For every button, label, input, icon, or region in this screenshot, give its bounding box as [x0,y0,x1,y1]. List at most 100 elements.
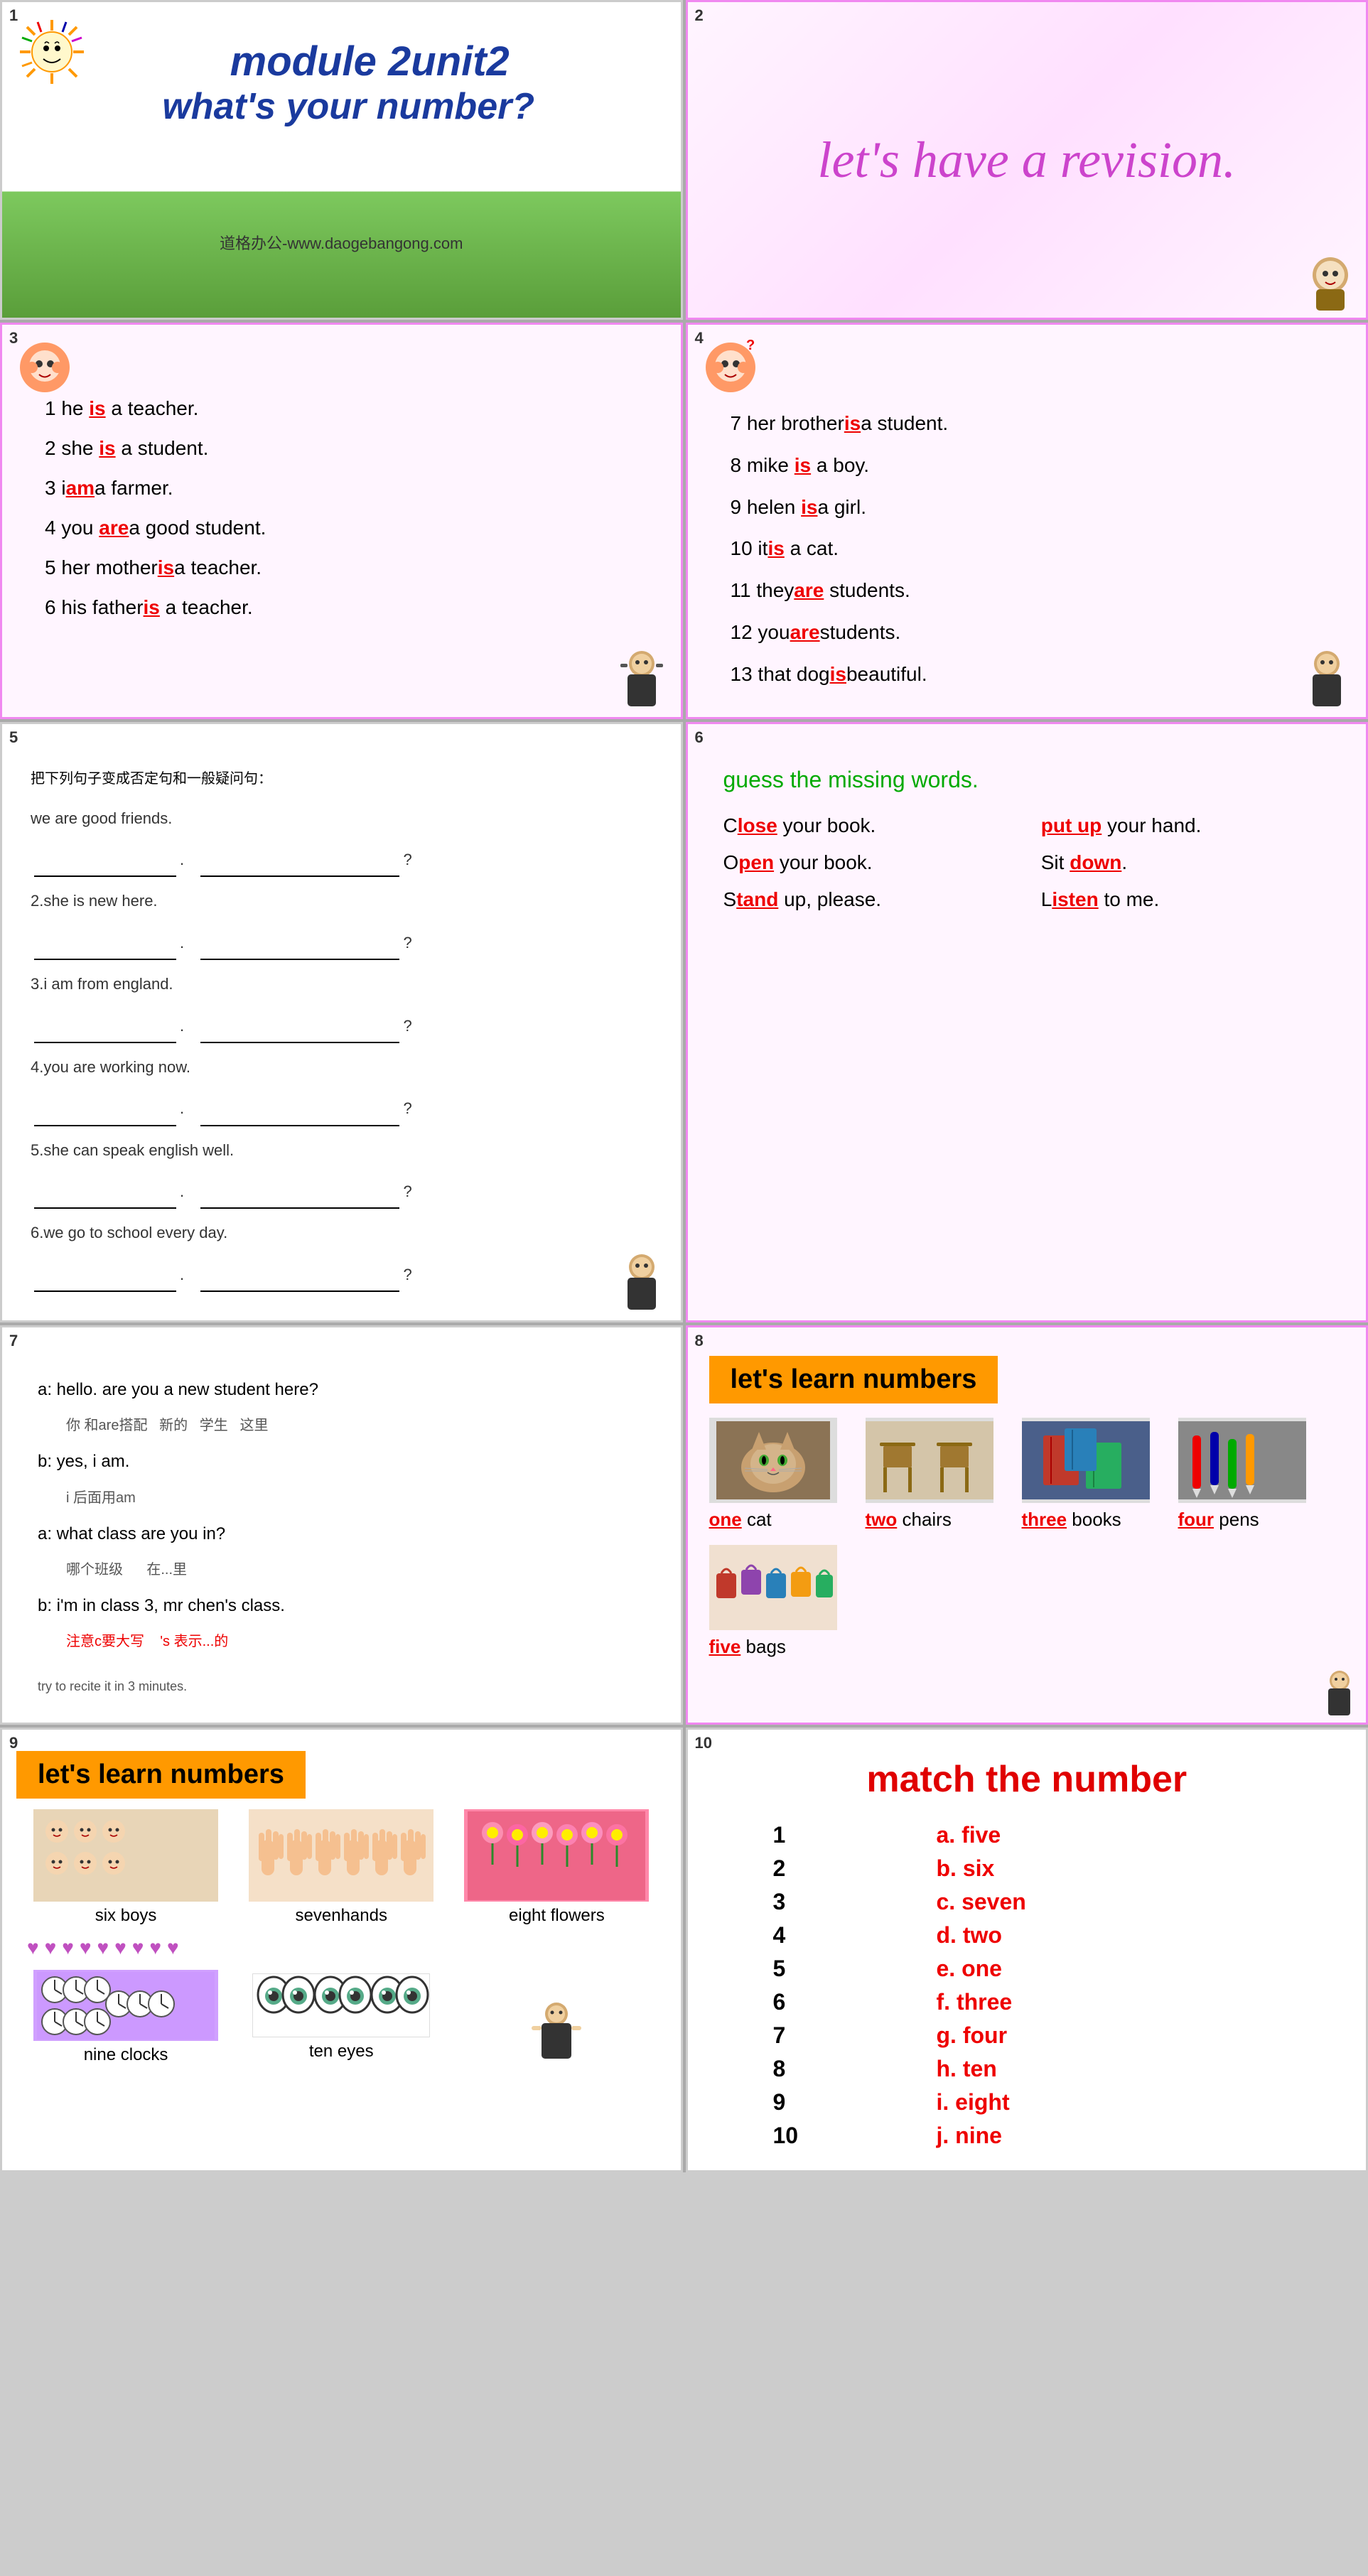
slide8-item-books: three books [1022,1418,1164,1531]
slide3-s5: 5 her motherisa teacher. [45,548,652,588]
slide5-row2: 2.she is new here. [31,884,652,918]
slide5-row5-blanks: . ? [31,1175,652,1209]
slide5-blank3a [34,1042,176,1043]
slide8-fill-four: four [1178,1509,1214,1530]
slide10-title: match the number [731,1758,1324,1801]
slide7-ann3: 哪个班级 在...里 [66,1553,645,1586]
slide3-s6: 6 his fatheris a teacher. [45,588,652,627]
slide-number-10: 10 [695,1734,712,1752]
slide5-blank6a [34,1290,176,1292]
slide5-row6-blanks: . ? [31,1258,652,1292]
heart2: ♥ [45,1936,57,1959]
slide4-s4: 10 itis a cat. [731,528,1338,570]
slide5-row1-blanks: . ? [31,843,652,877]
sun-icon [16,16,87,87]
slide5-row3-blanks: . ? [31,1009,652,1043]
slide10-right4: d. two [937,1922,1281,1949]
slide-6: 6 guess the missing words. Close your bo… [686,722,1368,1323]
slide9-img-hands [249,1809,433,1902]
slide2-character [1302,254,1359,311]
slide8-item-chairs: two chairs [866,1418,1008,1531]
slide8-img-bags [709,1545,837,1630]
slide5-blank6b [200,1290,399,1292]
heart6: ♥ [114,1936,126,1959]
slide2-text: let's have a revision. [817,131,1236,190]
slide9-item-eyes: ten eyes [239,1970,443,2065]
slide3-char-br [617,650,667,710]
slide6-item5: Stand up, please. [723,888,1013,911]
slide9-bottom-items: nine clocks [16,1970,667,2065]
slide4-character: ? [702,339,759,399]
slide6-fill2: put up [1041,814,1102,836]
slide7-line3: a: what class are you in? [38,1514,645,1553]
slide-5: 5 把下列句子变成否定句和一般疑问句： we are good friends.… [0,722,683,1323]
slide-1: 1 [0,0,683,320]
heart8: ♥ [149,1936,161,1959]
slide5-blank4b [200,1125,399,1126]
slide4-s6: 12 youarestudents. [731,612,1338,654]
slide3-s1: 1 he is a teacher. [45,389,652,429]
slide6-item1: Close your book. [723,814,1013,837]
slide8-banner: let's learn numbers [709,1356,998,1403]
slide9-label-clocks: nine clocks [84,2045,168,2065]
slide9-fill-ten: ten [309,2042,333,2061]
slide5-row2-blanks: . ? [31,926,652,960]
slide4-s3: 9 helen isa girl. [731,487,1338,529]
slide1-title-line1: module 2unit2 [73,38,667,85]
heart3: ♥ [62,1936,74,1959]
slide6-title: guess the missing words. [723,767,1331,793]
slide8-fill-three: three [1022,1509,1067,1530]
slide8-fill-one: one [709,1509,742,1530]
slide-3: 3 1 he is a teacher. 2 she is a student.… [0,323,683,719]
slide7-line4: b: i'm in class 3, mr chen's class. [38,1586,645,1625]
slide8-label-books: three books [1022,1509,1121,1531]
slide10-left7: 7 [773,2022,915,2049]
slide8-fill-two: two [866,1509,898,1530]
slide9-item-hands: sevenhands [239,1809,443,1926]
slide8-label-bags: five bags [709,1636,786,1658]
slide6-item3: Open your book. [723,851,1013,874]
slide-number-7: 7 [9,1332,18,1350]
slide-4: 4 ? 7 her brotherisa student. 8 mike is … [686,323,1368,719]
slide6-item2: put up your hand. [1041,814,1330,837]
slide10-left1: 1 [773,1822,915,1848]
slide8-img-books [1022,1418,1150,1503]
slide-2: 2 let's have a revision. [686,0,1368,320]
slide10-left3: 3 [773,1889,915,1915]
slide8-char-br [1320,1669,1359,1719]
slide5-blank2a [34,959,176,960]
slide-number-2: 2 [695,6,704,25]
slide5-blank1a [34,875,176,877]
slide5-blank5b [200,1207,399,1209]
slide7-ann4: 注意c要大写 's 表示...的 [66,1625,645,1658]
slide-9: 9 let's learn numbers [0,1728,683,2172]
slide9-char-area [454,1970,659,2065]
slide7-line2: b: yes, i am. [38,1442,645,1481]
slide3-content: 1 he is a teacher. 2 she is a student. 3… [45,389,652,627]
slide10-left4: 4 [773,1922,915,1949]
slide10-right7: g. four [937,2022,1281,2049]
slide-number-9: 9 [9,1734,18,1752]
slide-8: 8 let's learn numbers [686,1325,1368,1725]
slide3-s3: 3 iama farmer. [45,468,652,508]
slide8-item-bags: five bags [709,1545,851,1658]
slide7-spacer [38,1658,645,1672]
slide1-title-line2: what's your number? [31,85,667,128]
slide5-blank5a [34,1207,176,1209]
slide9-item-boys: six boys [23,1809,228,1926]
slide4-fill2: is [795,454,811,476]
slide9-label-boys: six boys [95,1906,157,1926]
slide3-fill2: is [99,437,115,459]
slide5-instructions: 把下列句子变成否定句和一般疑问句： [31,767,652,787]
slide5-exercise: we are good friends. . ? 2.she is new he… [31,802,652,1293]
slide4-fill1: is [844,412,861,434]
slide4-s2: 8 mike is a boy. [731,445,1338,487]
slide10-right1: a. five [937,1822,1281,1848]
slide10-left2: 2 [773,1855,915,1882]
slide8-fill-five: five [709,1636,741,1657]
slide5-blank1b [200,875,399,877]
slide3-character [16,339,73,399]
slide4-fill7: is [830,663,846,685]
slide5-row4: 4.you are working now. [31,1050,652,1084]
slide6-grid: Close your book. put up your hand. Open … [723,814,1331,911]
